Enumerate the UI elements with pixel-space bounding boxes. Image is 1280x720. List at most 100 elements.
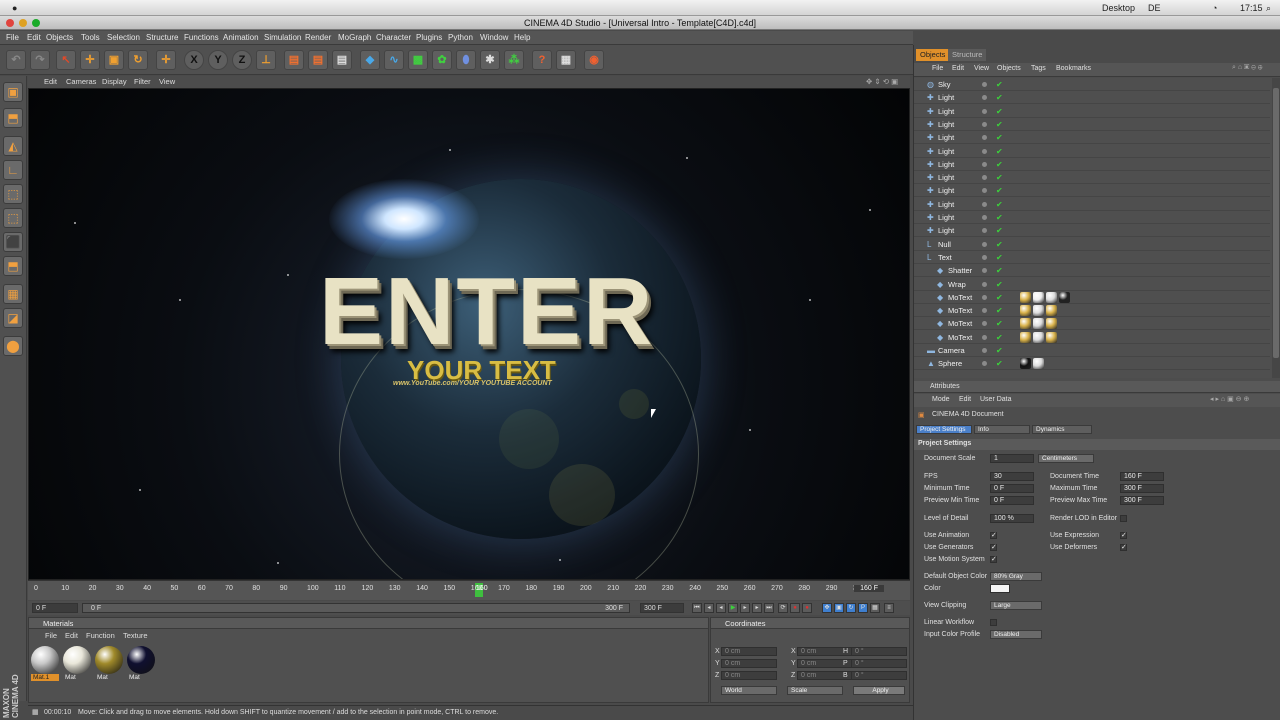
visibility-dot[interactable] bbox=[982, 334, 987, 340]
scale-tool-icon[interactable]: ▣ bbox=[104, 50, 124, 70]
object-row[interactable]: ✚ Light ✔ bbox=[914, 131, 1270, 145]
object-row[interactable]: ✚ Light ✔ bbox=[914, 171, 1270, 185]
enabled-check-icon[interactable]: ✔ bbox=[996, 131, 1003, 144]
make-editable-icon[interactable]: ▣ bbox=[3, 82, 23, 102]
camera-icon[interactable]: ? bbox=[532, 50, 552, 70]
object-row[interactable]: ◆ MoText ✔ bbox=[914, 317, 1270, 331]
enabled-check-icon[interactable]: ✔ bbox=[996, 105, 1003, 118]
object-row[interactable]: ✚ Light ✔ bbox=[914, 118, 1270, 131]
object-row[interactable]: ✚ Light ✔ bbox=[914, 91, 1270, 105]
visibility-dot[interactable] bbox=[982, 95, 987, 101]
viewport-menu-view[interactable]: View bbox=[159, 77, 175, 86]
object-row[interactable]: ✚ Light ✔ bbox=[914, 224, 1270, 238]
visibility-dot[interactable] bbox=[982, 321, 987, 327]
enabled-check-icon[interactable]: ✔ bbox=[996, 264, 1003, 277]
object-tag-icon[interactable] bbox=[1033, 291, 1044, 303]
use-expression-checkbox[interactable]: ✓ bbox=[1120, 532, 1127, 539]
visibility-dot[interactable] bbox=[982, 268, 987, 274]
menu-file[interactable]: File bbox=[6, 33, 19, 42]
enabled-check-icon[interactable]: ✔ bbox=[996, 317, 1003, 330]
tab-info[interactable]: Info bbox=[974, 425, 1030, 434]
coord-value-field[interactable]: 0 ° bbox=[851, 671, 907, 680]
attr-menu-user-data[interactable]: User Data bbox=[980, 396, 1012, 403]
visibility-dot[interactable] bbox=[982, 241, 987, 247]
enabled-check-icon[interactable]: ✔ bbox=[996, 118, 1003, 131]
object-tag-icon[interactable] bbox=[1020, 291, 1031, 303]
enabled-check-icon[interactable]: ✔ bbox=[996, 291, 1003, 304]
menu-render[interactable]: Render bbox=[305, 33, 331, 42]
input-language[interactable]: DE bbox=[1148, 3, 1161, 13]
visibility-dot[interactable] bbox=[982, 161, 987, 167]
object-tag-icon[interactable] bbox=[1020, 358, 1031, 370]
material-swatch[interactable]: Mat bbox=[63, 646, 91, 684]
color-swatch[interactable] bbox=[990, 584, 1010, 593]
enabled-check-icon[interactable]: ✔ bbox=[996, 251, 1003, 264]
render-picture-viewer-icon[interactable]: ▤ bbox=[308, 50, 328, 70]
visibility-dot[interactable] bbox=[982, 82, 987, 87]
model-mode-icon[interactable]: ⬒ bbox=[3, 108, 23, 128]
om-menu-tags[interactable]: Tags bbox=[1031, 65, 1046, 72]
object-tag-icon[interactable] bbox=[1020, 305, 1031, 317]
enabled-check-icon[interactable]: ✔ bbox=[996, 278, 1003, 291]
object-tag-icon[interactable] bbox=[1020, 331, 1031, 343]
end-frame-field[interactable]: 300 F bbox=[640, 603, 684, 613]
default-object-color-dropdown[interactable]: 80% Gray bbox=[990, 572, 1042, 581]
object-row[interactable]: ✚ Light ✔ bbox=[914, 145, 1270, 158]
visibility-dot[interactable] bbox=[982, 361, 987, 367]
menu-mograph[interactable]: MoGraph bbox=[338, 33, 371, 42]
size-mode-dropdown[interactable]: Scale bbox=[787, 686, 843, 695]
visibility-dot[interactable] bbox=[982, 294, 987, 300]
z-axis-lock-button[interactable]: Z bbox=[232, 50, 252, 70]
visibility-dot[interactable] bbox=[982, 215, 987, 220]
object-row[interactable]: ◆ MoText ✔ bbox=[914, 331, 1270, 344]
om-search-icon[interactable]: ⌕ ⌂ ▣ ⊖ ⊕ bbox=[1232, 64, 1262, 72]
om-menu-objects[interactable]: Objects bbox=[997, 65, 1021, 72]
enabled-check-icon[interactable]: ✔ bbox=[996, 211, 1003, 224]
enabled-check-icon[interactable]: ✔ bbox=[996, 198, 1003, 211]
search-icon[interactable]: ⌕ bbox=[1266, 3, 1271, 14]
goto-start-icon[interactable]: ⏮ bbox=[692, 603, 702, 613]
polygons-mode-icon[interactable]: ⬛ bbox=[3, 232, 23, 252]
om-menu-file[interactable]: File bbox=[932, 65, 943, 72]
move-tool-icon[interactable]: ✛ bbox=[80, 50, 100, 70]
next-key-icon[interactable]: ▸ bbox=[752, 603, 762, 613]
subdivision-surface-icon[interactable]: ▩ bbox=[408, 50, 428, 70]
axis-mode-icon[interactable]: ⬒ bbox=[3, 256, 23, 276]
array-icon[interactable]: ✿ bbox=[432, 50, 452, 70]
visibility-dot[interactable] bbox=[982, 188, 987, 194]
wifi-icon[interactable]: ◔ bbox=[1212, 3, 1217, 13]
menu-edit[interactable]: Edit bbox=[27, 33, 41, 42]
coordinate-mode-dropdown[interactable]: World bbox=[721, 686, 777, 695]
document-scale-unit-dropdown[interactable]: Centimeters bbox=[1038, 454, 1094, 463]
materials-menu-texture[interactable]: Texture bbox=[123, 631, 148, 640]
object-row[interactable]: ◍ Sky ✔ bbox=[914, 78, 1270, 91]
use-animation-checkbox[interactable]: ✓ bbox=[990, 532, 997, 539]
menu-simulation[interactable]: Simulation bbox=[264, 33, 301, 42]
object-row[interactable]: ✚ Light ✔ bbox=[914, 105, 1270, 118]
enabled-check-icon[interactable]: ✔ bbox=[996, 91, 1003, 104]
coord-value-field[interactable]: 0 cm bbox=[721, 647, 777, 656]
linear-workflow-checkbox[interactable] bbox=[990, 619, 997, 626]
object-row[interactable]: ✚ Light ✔ bbox=[914, 211, 1270, 224]
visibility-dot[interactable] bbox=[982, 148, 987, 154]
attr-nav-icons[interactable]: ◂ ▸ ⌂ ▣ ⊖ ⊕ bbox=[1210, 395, 1249, 403]
object-tag-icon[interactable] bbox=[1046, 305, 1057, 317]
apple-icon[interactable]: ● bbox=[12, 3, 17, 13]
om-menu-edit[interactable]: Edit bbox=[952, 65, 964, 72]
rotate-tool-icon[interactable]: ↻ bbox=[128, 50, 148, 70]
live-select-icon[interactable]: ↖ bbox=[56, 50, 76, 70]
key-rotation-icon[interactable]: ↻ bbox=[846, 603, 856, 613]
cube-icon[interactable]: ◆ bbox=[360, 50, 380, 70]
timeline-menu-icon[interactable]: ≡ bbox=[884, 603, 894, 613]
object-row[interactable]: L Null ✔ bbox=[914, 238, 1270, 251]
enabled-check-icon[interactable]: ✔ bbox=[996, 145, 1003, 158]
menu-tools[interactable]: Tools bbox=[81, 33, 100, 42]
key-parameter-icon[interactable]: P bbox=[858, 603, 868, 613]
render-settings-icon[interactable]: ▤ bbox=[332, 50, 352, 70]
menu-objects[interactable]: Objects bbox=[46, 33, 73, 42]
goto-end-icon[interactable]: ⏭ bbox=[764, 603, 774, 613]
edges-mode-icon[interactable]: ⬚ bbox=[3, 208, 23, 228]
enabled-check-icon[interactable]: ✔ bbox=[996, 184, 1003, 197]
enabled-check-icon[interactable]: ✔ bbox=[996, 158, 1003, 171]
viewport-menu-edit[interactable]: Edit bbox=[44, 77, 57, 86]
